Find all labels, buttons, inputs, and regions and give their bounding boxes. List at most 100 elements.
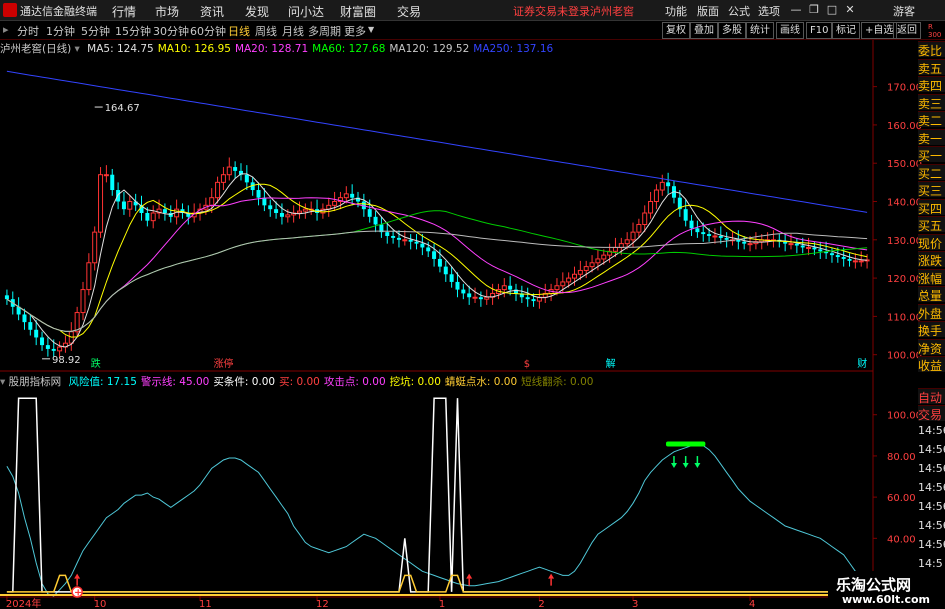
brand-url: www.60lt.com [842,593,931,606]
candle-body-20 [121,201,126,210]
date-tick-label-1: 10 [94,599,107,609]
panel-label-14[interactable]: 总量 [918,286,945,303]
candle-body-79 [467,293,472,298]
candle-body-0 [4,295,9,300]
panel-label-11[interactable]: 现价 [918,233,945,251]
candle-body-27 [162,209,167,213]
buy-arrow-icon-0 [74,573,81,579]
candle-body-90 [531,299,536,302]
candle-body-138 [812,247,817,250]
price-tick-label-2: 120.00 [887,274,922,285]
candle-body-37 [220,174,226,183]
candle-body-38 [226,166,232,176]
brand-name: 乐淘公式网 [836,576,912,594]
panel-label-20[interactable]: 交易 [918,405,945,422]
candle-body-143 [841,257,846,259]
panel-label-5[interactable]: 卖一 [918,128,945,146]
candle-body-51 [302,208,308,212]
price-tick-label-7: 170.00 [887,83,922,94]
panel-label-0[interactable]: 委比 [918,41,945,58]
candle-body-76 [449,274,454,282]
peak-highlight-band [665,441,706,447]
panel-label-7[interactable]: 买二 [918,163,945,181]
candle-body-110 [648,201,654,214]
candle-body-43 [256,190,261,198]
panel-label-1[interactable]: 卖五 [918,58,945,76]
candle-body-116 [683,209,688,221]
ma60-line [6,210,868,332]
candle-body-111 [653,189,659,203]
candle-body-146 [858,260,864,263]
panel-label-8[interactable]: 买三 [918,181,945,198]
panel-label-17[interactable]: 净资 [918,338,945,356]
date-tick-label-6: 3 [632,599,638,609]
panel-label-2[interactable]: 卖四 [918,76,945,93]
date-tick-label-5: 2 [538,599,544,609]
panel-label-9[interactable]: 买四 [918,198,945,216]
candle-body-59 [350,193,355,198]
candle-body-65 [385,232,390,236]
panel-label-10[interactable]: 买五 [918,216,945,233]
candle-body-139 [818,249,823,252]
candle-body-56 [332,201,338,206]
price-tick-label-6: 160.00 [887,121,922,132]
candle-body-75 [443,266,448,275]
candle-body-104 [612,246,618,252]
sell-arrow-icon-1 [682,463,689,469]
candle-body-15 [92,231,98,264]
panel-label-12[interactable]: 涨跌 [918,251,945,268]
candle-body-69 [408,239,413,242]
candle-body-44 [262,197,267,206]
panel-label-6[interactable]: 买一 [918,146,945,163]
indicator-tick-label-4: 100.00 [887,411,922,422]
panel-label-18[interactable]: 收益 [918,356,945,373]
ma250-line [6,70,868,213]
candle-body-73 [432,251,437,259]
buy-arrow-icon-1 [466,573,473,579]
date-tick-label-3: 12 [316,599,329,609]
indicator-tick-label-1: 40.00 [887,534,916,545]
candle-body-137 [806,246,812,249]
panel-time-6: 14:56 [918,538,945,551]
sell-arrow-icon-2 [694,463,701,469]
panel-label-15[interactable]: 外盘 [918,303,945,321]
candle-body-67 [396,237,401,240]
indicator-series-0 [6,443,874,597]
candle-body-14 [86,262,92,291]
candle-body-36 [215,181,221,199]
indicator-tick-label-3: 80.00 [887,452,916,463]
candle-body-119 [701,232,706,235]
panel-label-19[interactable]: 自动 [918,388,945,405]
event-marker-3: 解 [606,357,616,370]
candle-body-4 [28,322,33,330]
candle-body-135 [794,243,799,246]
candle-body-123 [724,237,729,240]
event-marker-4: 财 [857,357,867,370]
candle-body-89 [525,297,530,300]
candle-body-66 [391,235,396,238]
candle-body-74 [437,258,442,267]
candle-body-62 [367,209,372,217]
candle-body-45 [268,205,273,210]
candle-body-72 [426,247,431,252]
panel-label-13[interactable]: 涨幅 [918,268,945,286]
price-tick-label-5: 150.00 [887,159,922,170]
candle-body-134 [788,243,794,246]
candle-body-102 [601,254,607,260]
candle-body-8 [51,348,56,351]
chart-area[interactable]: 100.00110.00120.00130.00140.00150.00160.… [0,0,945,609]
candle-body-97 [572,273,578,279]
candle-body-94 [554,285,560,291]
panel-label-3[interactable]: 卖三 [918,93,945,111]
candle-body-81 [478,297,483,300]
candle-body-127 [747,243,753,246]
panel-label-16[interactable]: 换手 [918,321,945,338]
candle-body-100 [589,262,595,268]
candle-body-117 [689,220,694,229]
candle-body-95 [560,281,566,287]
candle-body-98 [577,269,583,275]
panel-label-4[interactable]: 卖二 [918,111,945,128]
price-tick-label-3: 130.00 [887,236,922,247]
brand-watermark: 乐淘公式网 www.60lt.com [828,571,945,609]
panel-time-5: 14:56 [918,519,945,532]
